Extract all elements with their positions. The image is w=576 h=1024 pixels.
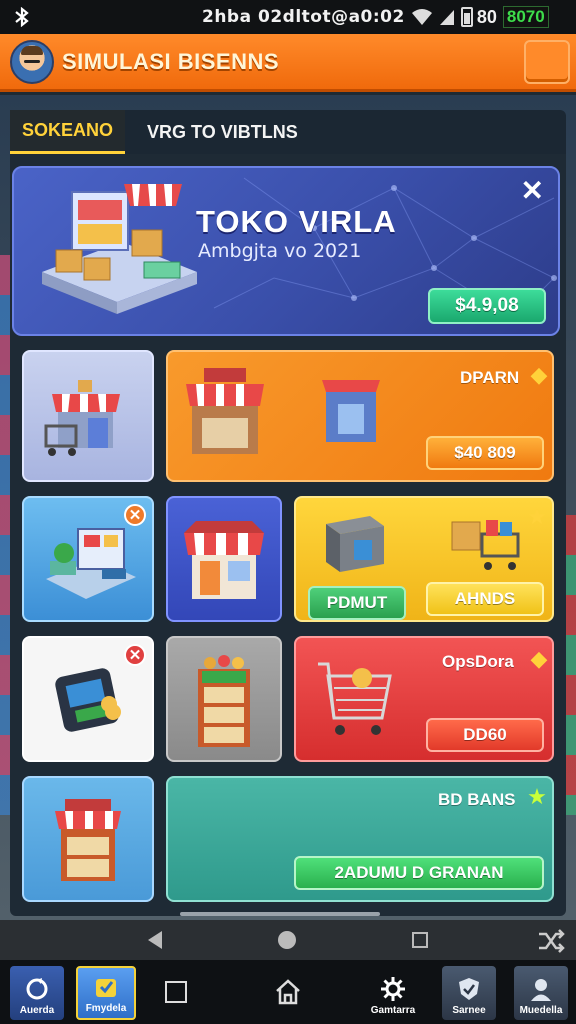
online-store-icon [46,528,136,599]
header-menu-button[interactable] [524,40,570,84]
cart-boxes-icon [451,520,520,570]
system-navigation [0,920,576,960]
storefront-icon [184,521,264,599]
star-icon: ★ [527,504,547,529]
payment-terminal-icon [55,668,121,732]
shopping-cart-icon [318,662,392,735]
square-icon[interactable] [158,974,194,1010]
shop-card-orange[interactable]: DPARN ◆ $40 809 [166,350,554,482]
signal-indicators [411,7,473,27]
teal-card-button[interactable]: 2ADUMU D GRANAN [294,856,544,890]
yellow-card-left-button[interactable]: PDMUT [308,586,406,620]
nav-label: Auerda [19,1005,55,1016]
shelf-icon [198,655,250,747]
status-text: 2hba 02dltot@a0:02 [202,7,405,27]
shop-card-blue[interactable]: ✕ [22,496,154,622]
nav-label: Fmydela [85,1003,127,1014]
bottom-tab-bar: Auerda Fmydela Gamtarra Sarnee Muedella [0,960,576,1024]
network-indicator: 8070 [502,6,549,28]
wifi-icon [411,9,432,25]
red-card-button[interactable]: DD60 [426,718,544,752]
banner-price-button[interactable]: $4.9,08 [428,288,546,324]
app-header: SIMULASI BISENNS [0,34,576,92]
nav-label: Gamtarra [370,1005,416,1016]
nav-label: Muedella [519,1005,563,1016]
tab-sokeano[interactable]: SOKEANO [10,110,126,154]
nav-item-sarnee[interactable]: Sarnee [442,966,496,1020]
page-title: SIMULASI BISENNS [62,48,280,74]
close-icon[interactable]: ✕ [124,644,146,666]
recents-icon[interactable] [412,932,428,948]
nav-item-fmydela[interactable]: Fmydela [76,966,136,1020]
shop-card-yellow[interactable]: ★ PDMUT AHNDS [294,496,554,622]
nav-label: Sarnee [452,1005,486,1016]
machine-icon [326,516,384,572]
awning-shop-icon [186,368,264,454]
orange-card-button[interactable]: $40 809 [426,436,544,470]
home-circle-icon[interactable] [278,931,296,949]
banner-title: TOKO VIRLA [196,204,397,239]
check-badge-icon [92,973,120,1001]
shop-card-red[interactable]: OpsDora ◆ DD60 [294,636,554,762]
nav-item-auerda[interactable]: Auerda [10,966,64,1020]
avatar[interactable] [10,39,54,84]
gear-icon [379,975,407,1003]
scrollbar[interactable] [180,912,380,916]
shop-cart-icon [44,380,120,456]
tab-bar: SOKEANO VRG TO VIBTLNS [10,110,566,154]
badge-icon: ◆ [530,362,548,387]
battery-icon [460,7,473,27]
refresh-icon [23,975,51,1003]
remove-icon[interactable]: ✕ [124,504,146,526]
store-illustration [42,184,197,314]
battery-percent: 80 [476,6,497,27]
nav-item-gamtarra[interactable]: Gamtarra [366,966,420,1020]
shop-card-lavender[interactable] [22,350,154,482]
shield-icon [455,975,483,1003]
building-icon [322,380,380,442]
back-icon[interactable] [148,931,162,949]
bluetooth-icon [10,5,34,29]
shop-card-sky[interactable] [22,776,154,902]
shop-card-teal[interactable]: BD BANS ★ 2ADUMU D GRANAN [166,776,554,902]
teal-card-label: BD BANS [438,790,516,809]
user-icon [527,975,555,1003]
shop-card-gray[interactable] [166,636,282,762]
nav-item-muedella[interactable]: Muedella [514,966,568,1020]
featured-banner[interactable]: TOKO VIRLA Ambgjta vo 2021 ✕ $4.9,08 [12,166,560,336]
close-icon[interactable]: ✕ [521,174,544,207]
shop-card-indigo[interactable] [166,496,282,622]
yellow-card-right-button[interactable]: AHNDS [426,582,544,616]
cell-signal-icon [439,10,454,25]
gem-icon: ◆ [530,646,548,671]
kiosk-icon [55,799,121,881]
shuffle-icon[interactable] [536,926,566,956]
red-card-label: OpsDora [442,652,514,671]
status-bar: 2hba 02dltot@a0:02 80 8070 [0,0,576,34]
orange-card-label: DPARN [460,368,520,387]
home-icon[interactable] [270,974,306,1010]
banner-subtitle: Ambgjta vo 2021 [198,240,362,262]
star-icon: ★ [527,784,547,809]
shop-card-white[interactable]: ✕ [22,636,154,762]
tab-vrg-to-vibtlns[interactable]: VRG TO VIBTLNS [135,110,310,154]
